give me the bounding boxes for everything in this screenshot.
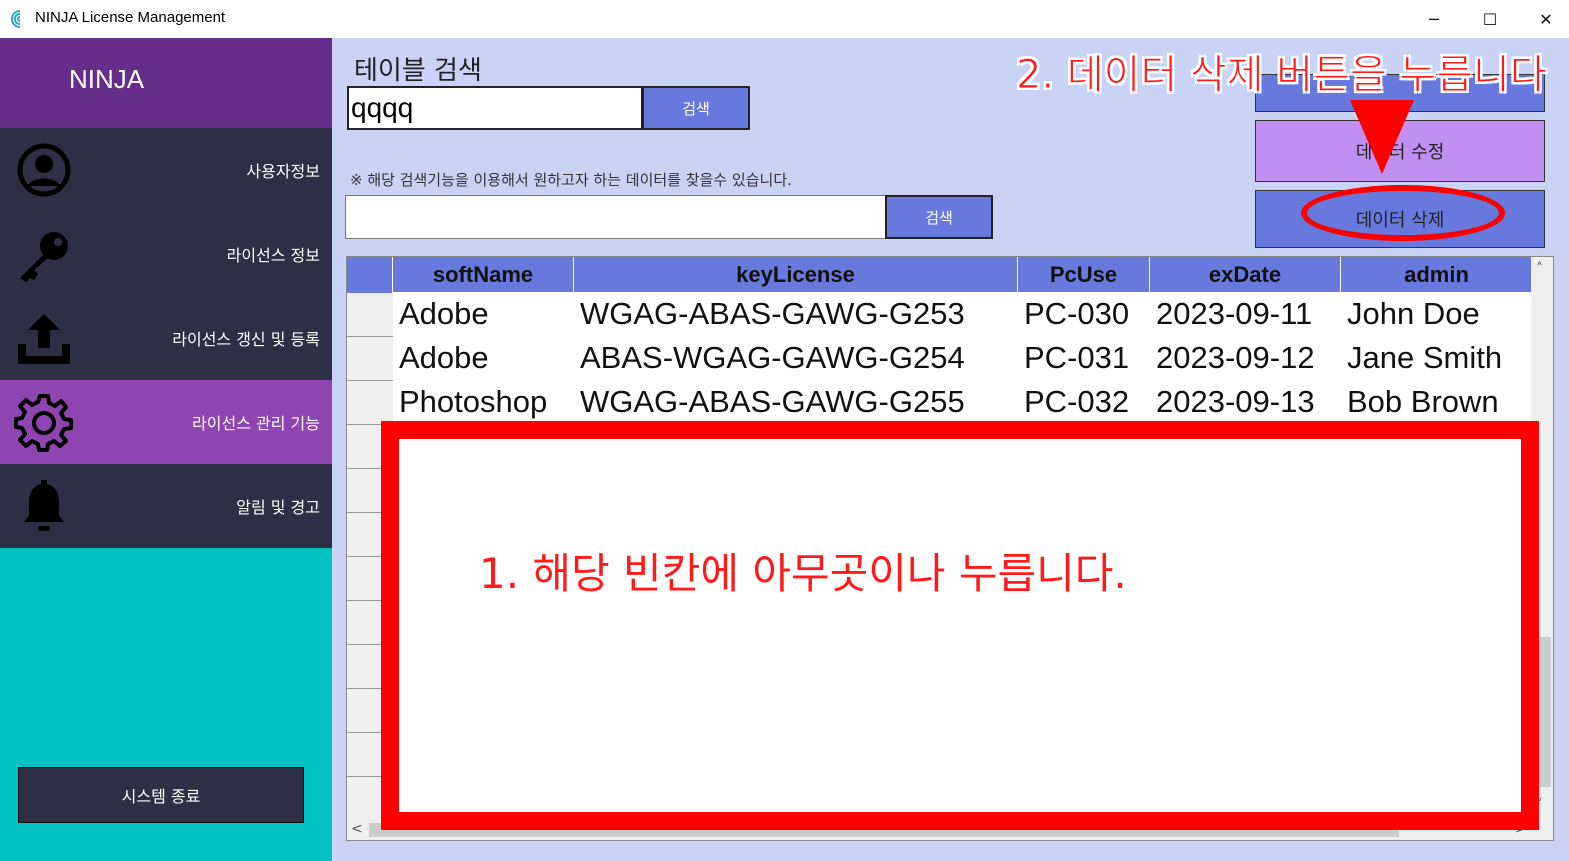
gear-icon (14, 394, 73, 452)
column-header-exdate[interactable]: exDate (1150, 257, 1341, 293)
column-header-admin[interactable]: admin (1341, 257, 1533, 293)
table-cell[interactable]: John Doe (1341, 292, 1533, 336)
brand-name: NINJA (69, 64, 145, 94)
table-cell[interactable]: Adobe (393, 292, 574, 336)
column-header-keylicense[interactable]: keyLicense (574, 257, 1018, 293)
table-cell[interactable]: ABAS-WGAG-GAWG-G254 (574, 336, 1018, 380)
sidebar-item-license-manage[interactable]: 라이선스 관리 기능 (0, 380, 332, 464)
maximize-button[interactable]: ☐ (1466, 0, 1514, 38)
scroll-left-icon[interactable]: < (351, 821, 363, 837)
brand-panel: NINJA (0, 38, 332, 128)
table-cell[interactable]: PC-031 (1018, 336, 1150, 380)
search-input[interactable]: qqqq (347, 86, 643, 130)
sidebar-item-license-renew[interactable]: 라이선스 갱신 및 등록 (0, 296, 332, 380)
table-cell[interactable]: WGAG-ABAS-GAWG-G253 (574, 292, 1018, 336)
annotation-highlight-box (381, 421, 1539, 830)
table-cell[interactable]: Jane Smith (1341, 336, 1533, 380)
sidebar-item-label: 라이선스 정보 (226, 246, 320, 265)
table-cell[interactable]: PC-032 (1018, 380, 1150, 424)
sidebar-item-alerts[interactable]: 알림 및 경고 (0, 464, 332, 548)
table-cell[interactable]: PC-030 (1018, 292, 1150, 336)
table-cell[interactable]: Bob Brown (1341, 380, 1533, 424)
annotation-arrow-icon (1350, 100, 1414, 174)
table-cell[interactable]: WGAG-ABAS-GAWG-G255 (574, 380, 1018, 424)
bell-icon (24, 480, 64, 531)
table-cell[interactable]: Photoshop (393, 380, 574, 424)
annotation-circle (1301, 185, 1505, 241)
title-bar: NINJA License Management ─ ☐ ✕ (0, 0, 1569, 38)
table-cell[interactable]: 2023-09-11 (1150, 292, 1341, 336)
search-title: 테이블 검색 (354, 56, 482, 86)
system-exit-button[interactable]: 시스템 종료 (18, 767, 304, 823)
row-divider (347, 336, 393, 337)
sidebar-item-label: 라이선스 갱신 및 등록 (172, 330, 320, 349)
sidebar-item-label: 알림 및 경고 (236, 498, 320, 517)
minimize-button[interactable]: ─ (1410, 0, 1458, 38)
key-icon (20, 232, 68, 282)
row-divider (347, 380, 393, 381)
annotation-step2: 2. 데이터 삭제 버튼을 누릅니다 (1016, 52, 1548, 99)
sidebar-item-license-info[interactable]: 라이선스 정보 (0, 212, 332, 296)
search-button-secondary[interactable]: 검색 (885, 195, 993, 239)
sidebar: NINJA 사용자정보 라이선스 정보 라이선스 갱신 및 등록 라이선스 관리… (0, 38, 332, 861)
table-cell[interactable]: 2023-09-12 (1150, 336, 1341, 380)
table-cell[interactable]: 2023-09-13 (1150, 380, 1341, 424)
user-icon (17, 143, 71, 197)
scroll-up-icon[interactable]: ˄ (1536, 261, 1543, 277)
search-input-secondary[interactable] (345, 195, 887, 239)
window-title: NINJA License Management (35, 9, 226, 26)
column-header-pcuse[interactable]: PcUse (1018, 257, 1150, 293)
sidebar-item-label: 사용자정보 (246, 162, 320, 181)
table-cell[interactable]: Adobe (393, 336, 574, 380)
search-button[interactable]: 검색 (642, 86, 750, 130)
app-logo-icon (10, 10, 21, 28)
upload-icon (18, 314, 70, 364)
search-hint: ※ 해당 검색기능을 이용해서 원하고자 하는 데이터를 찾을수 있습니다. (350, 171, 792, 189)
column-header-softname[interactable]: softName (393, 257, 574, 293)
sidebar-item-user-info[interactable]: 사용자정보 (0, 128, 332, 212)
sidebar-item-label: 라이선스 관리 기능 (192, 414, 320, 433)
close-button[interactable]: ✕ (1522, 0, 1569, 38)
header-corner (347, 257, 393, 293)
annotation-step1: 1. 해당 빈칸에 아무곳이나 누릅니다. (479, 549, 1127, 598)
